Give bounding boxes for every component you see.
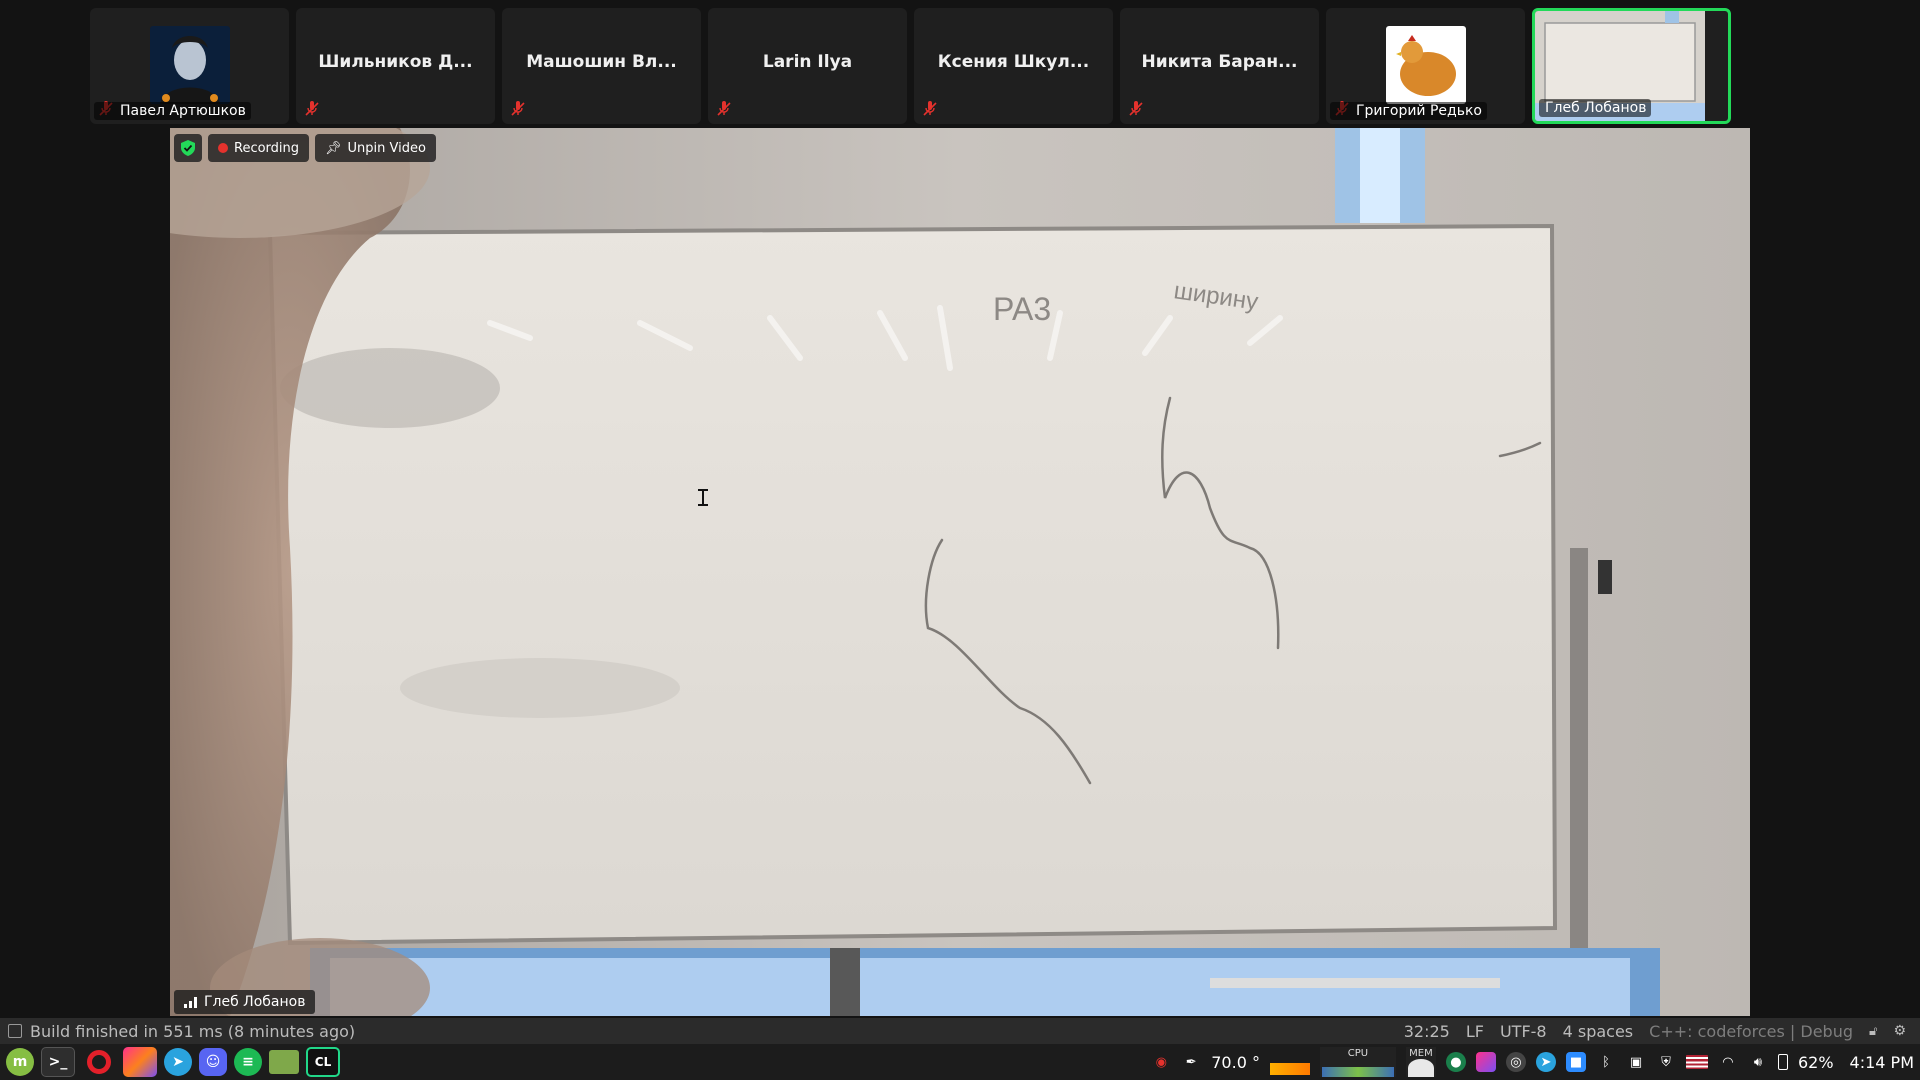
system-tray: ◉ ✒ 70.0 ° CPU MEM ● ◎ ➤ ■ ᛒ ▣ ⛨ ◠ 🔊︎ 62… [1151,1047,1920,1077]
color-picker-icon[interactable]: ✒ [1181,1052,1201,1072]
zoom-tray-icon[interactable]: ■ [1565,1052,1586,1072]
build-context[interactable]: C++: codeforces | Debug [1649,1022,1853,1041]
muted-mic-icon [922,101,938,117]
muted-mic-icon [510,101,526,117]
battery-icon[interactable] [1777,1054,1788,1070]
discord-icon[interactable]: ☺ [199,1048,227,1076]
build-status-message[interactable]: Build finished in 551 ms (8 minutes ago) [30,1022,355,1041]
participant-tile[interactable]: Павел Артюшков [90,8,289,124]
participant-name: Никита Баран... [1141,52,1298,72]
participant-name: Павел Артюшков [94,102,251,120]
event-log-icon[interactable] [8,1024,22,1038]
participant-name: Larin Ilya [762,52,853,72]
telegram-tray-icon[interactable]: ➤ [1535,1052,1556,1072]
ide-status-bar: Build finished in 551 ms (8 minutes ago)… [0,1018,1920,1044]
unpin-video-label: Unpin Video [347,140,426,156]
video-overlay-controls: Recording 📌︎ Unpin Video [174,134,436,162]
vpn-icon[interactable]: ● [1445,1052,1466,1072]
speaker-name-label: Глеб Лобанов [174,990,316,1014]
lock-icon[interactable]: 🔓︎ [1869,1024,1877,1039]
participant-tile[interactable]: Никита Баран... [1120,8,1319,124]
security-shield-icon[interactable] [174,134,202,162]
participant-tile[interactable]: Григорий Редько [1326,8,1525,124]
recording-label: Recording [234,140,300,156]
mint-menu-icon[interactable]: m [6,1048,34,1076]
wifi-icon[interactable]: ◠ [1718,1052,1738,1072]
participant-tile[interactable]: Машошин Вл... [502,8,701,124]
pinned-video[interactable]: PA3 ширину Recording 📌︎ Unpin Video Глеб… [170,128,1750,1016]
mem-label: MEM [1409,1048,1433,1059]
system-taskbar: m >_ ➤ ☺ ≡ CL ◉ ✒ 70.0 ° CPU MEM ● ◎ ➤ ■ [0,1044,1920,1080]
speaker-name: Глеб Лобанов [204,994,306,1010]
recording-indicator[interactable]: Recording [208,134,310,162]
mem-graph[interactable]: MEM [1405,1047,1436,1077]
volume-icon[interactable]: 🔊︎ [1748,1052,1768,1072]
board-text-1: PA3 [993,291,1051,327]
participant-tile[interactable]: Ксения Шкул... [914,8,1113,124]
whiteboard-video-frame: PA3 ширину [170,128,1750,1016]
participant-strip: Павел Артюшков Шильников Д... Машошин Вл..… [90,8,1731,124]
temperature-readout[interactable]: 70.0 ° [1211,1053,1260,1072]
screen: Павел Артюшков Шильников Д... Машошин Вл..… [0,0,1920,1080]
participant-tile[interactable]: Шильников Д... [296,8,495,124]
file-encoding[interactable]: UTF-8 [1500,1022,1547,1041]
participant-name: Ксения Шкул... [937,52,1090,72]
participant-name: Машошин Вл... [526,52,677,72]
participant-avatar [1386,26,1466,104]
shield-tray-icon[interactable]: ⛨ [1656,1052,1676,1072]
jetbrains-toolbox-icon[interactable] [123,1047,157,1077]
files-icon[interactable] [269,1050,299,1074]
participant-name: Григорий Редько [1330,102,1487,120]
participant-tile[interactable]: Larin Ilya [708,8,907,124]
terminal-icon[interactable]: >_ [41,1047,75,1077]
cursor-position[interactable]: 32:25 [1404,1022,1450,1041]
participant-avatar [150,26,230,104]
clipboard-icon[interactable]: ▣ [1626,1052,1646,1072]
jetbrains-tray-icon[interactable] [1475,1052,1496,1072]
location-pin-icon[interactable]: ◉ [1151,1052,1171,1072]
recording-dot-icon [218,143,228,153]
participant-tile[interactable]: Глеб Лобанов [1532,8,1731,124]
pin-icon: 📌︎ [325,140,342,156]
spotify-icon[interactable]: ≡ [234,1048,262,1076]
battery-percentage[interactable]: 62% [1798,1053,1834,1072]
muted-mic-icon [716,101,732,117]
unpin-video-button[interactable]: 📌︎ Unpin Video [315,134,436,162]
temperature-graph-icon[interactable] [1269,1063,1310,1075]
inspector-icon[interactable]: ⚙ [1893,1023,1906,1039]
line-ending[interactable]: LF [1466,1022,1484,1041]
indent-setting[interactable]: 4 spaces [1563,1022,1634,1041]
telegram-icon[interactable]: ➤ [164,1048,192,1076]
opera-icon[interactable] [82,1047,116,1077]
keyboard-layout-us-flag-icon[interactable] [1685,1055,1708,1069]
clion-icon[interactable]: CL [306,1047,340,1077]
participant-name: Шильников Д... [318,52,473,72]
cpu-label: CPU [1347,1048,1369,1059]
steam-icon[interactable]: ◎ [1505,1052,1526,1072]
muted-mic-icon [1128,101,1144,117]
participant-name: Глеб Лобанов [1539,99,1652,117]
muted-mic-icon [304,101,320,117]
bluetooth-icon[interactable]: ᛒ [1596,1052,1616,1072]
clock[interactable]: 4:14 PM [1850,1053,1914,1072]
cpu-graph[interactable]: CPU [1319,1047,1396,1077]
signal-bars-icon [184,997,197,1008]
